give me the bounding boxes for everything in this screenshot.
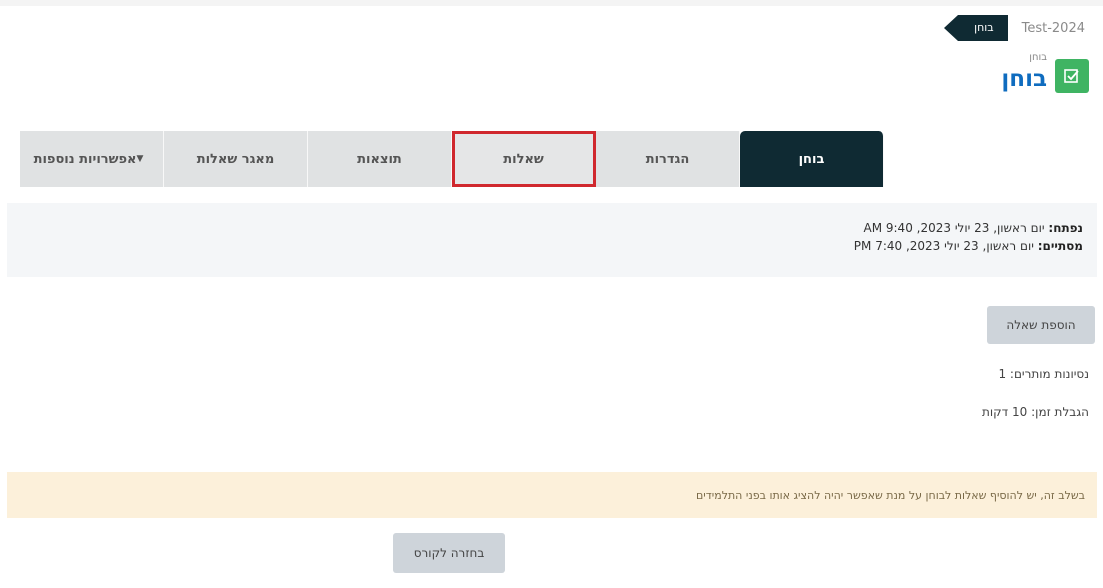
tab-question-bank[interactable]: מאגר שאלות	[164, 131, 308, 187]
tab-settings[interactable]: הגדרות	[596, 131, 740, 187]
date-closes: מסתיים: יום ראשון, 23 יולי 2023, 7:40 PM	[7, 237, 1083, 255]
date-opened-value: יום ראשון, 23 יולי 2023, 9:40 AM	[863, 221, 1045, 235]
caret-down-icon: ▼	[136, 154, 144, 164]
date-closes-label: מסתיים:	[1037, 239, 1083, 253]
tab-results-label: תוצאות	[357, 151, 402, 167]
breadcrumb-course[interactable]: Test-2024	[1022, 21, 1085, 36]
tab-settings-label: הגדרות	[645, 151, 690, 167]
tab-questions-label: שאלות	[503, 151, 544, 167]
breadcrumb: בוחן Test-2024	[944, 14, 1085, 42]
activity-type-label: בוחן	[1029, 52, 1047, 63]
date-closes-value: יום ראשון, 23 יולי 2023, 7:40 PM	[853, 239, 1034, 253]
tab-more-options[interactable]: אפשרויות נוספות ▼	[20, 131, 164, 187]
activity-dates: נפתח: יום ראשון, 23 יולי 2023, 9:40 AM מ…	[7, 203, 1097, 277]
tab-questions[interactable]: שאלות	[452, 131, 596, 187]
tab-results[interactable]: תוצאות	[308, 131, 452, 187]
tab-quiz[interactable]: בוחן	[740, 131, 884, 187]
breadcrumb-activity[interactable]: בוחן	[944, 15, 1008, 41]
quiz-checkbox-icon	[1055, 59, 1089, 93]
time-limit: הגבלת זמן: 10 דקות	[981, 405, 1089, 419]
tab-question-bank-label: מאגר שאלות	[196, 151, 275, 167]
date-opened-label: נפתח:	[1048, 221, 1083, 235]
add-question-button[interactable]: הוספת שאלה	[987, 306, 1095, 344]
back-to-course-button[interactable]: בחזרה לקורס	[393, 533, 505, 573]
warning-alert: בשלב זה, יש להוסיף שאלות לבוחן על מנת שא…	[7, 472, 1097, 518]
date-opened: נפתח: יום ראשון, 23 יולי 2023, 9:40 AM	[7, 219, 1083, 237]
page-header: בוחן בוחן	[1001, 52, 1089, 94]
page-title: בוחן	[1001, 66, 1047, 92]
tab-more-options-label: אפשרויות נוספות	[33, 151, 137, 167]
top-bar	[0, 0, 1103, 6]
page-title-block: בוחן בוחן	[1001, 52, 1047, 94]
warning-alert-text: בשלב זה, יש להוסיף שאלות לבוחן על מנת שא…	[696, 488, 1085, 502]
tab-quiz-label: בוחן	[798, 151, 825, 167]
attempts-allowed: נסיונות מותרים: 1	[998, 367, 1089, 381]
secondary-navigation: בוחן הגדרות שאלות תוצאות מאגר שאלות אפשר…	[18, 131, 884, 187]
